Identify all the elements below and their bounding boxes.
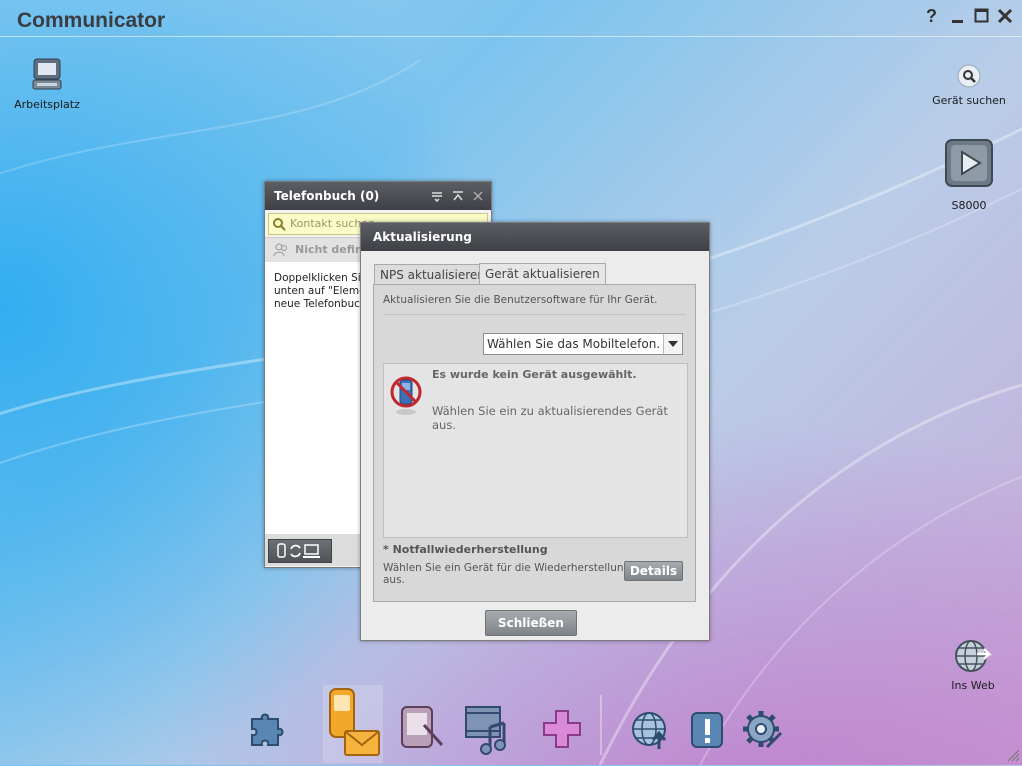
device-select-value: Wählen Sie das Mobiltelefon. [487, 337, 661, 351]
dock-notice[interactable] [690, 711, 726, 754]
minimize-button[interactable] [951, 4, 965, 33]
web-label: Ins Web [951, 679, 995, 692]
dock-phone-messages[interactable] [323, 685, 383, 766]
phone-sync-button[interactable] [268, 539, 332, 563]
play-icon [945, 139, 993, 187]
find-device-shortcut[interactable]: Gerät suchen [929, 63, 1009, 107]
panel-close-icon[interactable] [472, 190, 484, 202]
device-select[interactable]: Wählen Sie das Mobiltelefon. [483, 333, 683, 355]
collapse-icon[interactable] [452, 190, 464, 202]
web-upload-icon [632, 712, 667, 749]
tab-nps-update[interactable]: NPS aktualisieren [374, 264, 491, 285]
search-icon [273, 218, 286, 231]
dock-web-upload[interactable] [631, 709, 673, 754]
tab-label: NPS aktualisieren [380, 268, 485, 282]
maximize-button[interactable] [974, 8, 990, 29]
update-description: Aktualisieren Sie die Benutzersoftware f… [383, 294, 658, 306]
add-icon [543, 710, 581, 748]
dock-apps[interactable] [246, 705, 290, 752]
recovery-text-line: Wählen Sie ein Gerät für die Wiederherst… [383, 562, 631, 574]
app-title: Communicator [17, 9, 166, 32]
minimize-icon [952, 20, 963, 23]
dock-add[interactable] [540, 707, 586, 756]
close-button[interactable] [997, 8, 1013, 29]
computer-icon [32, 58, 62, 90]
web-shortcut[interactable]: Ins Web [933, 638, 1013, 692]
no-device-icon [390, 376, 422, 415]
device-update-pane: Aktualisieren Sie die Benutzersoftware f… [373, 284, 696, 602]
device-label: S8000 [951, 199, 987, 212]
close-dialog-button[interactable]: Schließen [485, 610, 577, 636]
title-bar: Communicator ? [0, 0, 1022, 37]
sort-icon[interactable] [431, 190, 443, 202]
tablet-notes-icon [401, 706, 444, 748]
update-dialog: Aktualisierung NPS aktualisieren Gerät a… [360, 222, 710, 641]
find-device-label: Gerät suchen [932, 94, 1006, 107]
settings-icon [743, 711, 783, 749]
contacts-group-icon [273, 243, 287, 257]
maximize-icon [974, 8, 989, 23]
apps-puzzle-icon [251, 713, 284, 746]
device-s8000-shortcut[interactable]: S8000 [929, 138, 1009, 212]
details-button[interactable]: Details [624, 561, 683, 581]
phonebook-header: Telefonbuch (0) [265, 182, 491, 210]
globe-icon [955, 640, 993, 672]
dock-media[interactable] [464, 705, 514, 758]
dock-notes[interactable] [398, 703, 446, 754]
recovery-title: * Notfallwiederherstellung [383, 543, 548, 556]
phone-sync-icon [277, 543, 320, 558]
help-button[interactable]: ? [926, 6, 937, 27]
dock [240, 685, 800, 765]
resize-grip-icon[interactable] [1006, 748, 1020, 762]
no-device-title: Es wurde kein Gerät ausgewählt. [432, 368, 637, 381]
my-computer-shortcut[interactable]: Arbeitsplatz [7, 57, 87, 111]
chevron-down-icon [668, 341, 678, 347]
device-info-box: Es wurde kein Gerät ausgewählt. Wählen S… [383, 363, 688, 538]
update-dialog-header: Aktualisierung [361, 223, 709, 251]
notice-icon [691, 712, 723, 748]
recovery-text-line: aus. [383, 574, 405, 586]
phonebook-title: Telefonbuch (0) [274, 189, 380, 203]
recovery-text: Wählen Sie ein Gerät für die Wiederherst… [383, 562, 630, 586]
no-device-text: Wählen Sie ein zu aktualisierendes Gerät… [432, 404, 668, 432]
search-icon [957, 64, 981, 88]
no-device-text-line: aus. [432, 418, 456, 432]
tab-label: Gerät aktualisieren [485, 267, 600, 281]
divider [383, 314, 686, 315]
no-device-text-line: Wählen Sie ein zu aktualisierendes Gerät [432, 404, 668, 418]
dock-settings[interactable] [741, 709, 785, 756]
dock-divider [600, 695, 602, 755]
media-icon [465, 706, 506, 755]
close-icon [997, 8, 1013, 24]
phone-messages-icon [323, 685, 383, 763]
my-computer-label: Arbeitsplatz [14, 98, 80, 111]
update-dialog-title: Aktualisierung [373, 230, 472, 244]
dropdown-button[interactable] [663, 334, 682, 354]
tab-device-update[interactable]: Gerät aktualisieren [479, 263, 606, 285]
